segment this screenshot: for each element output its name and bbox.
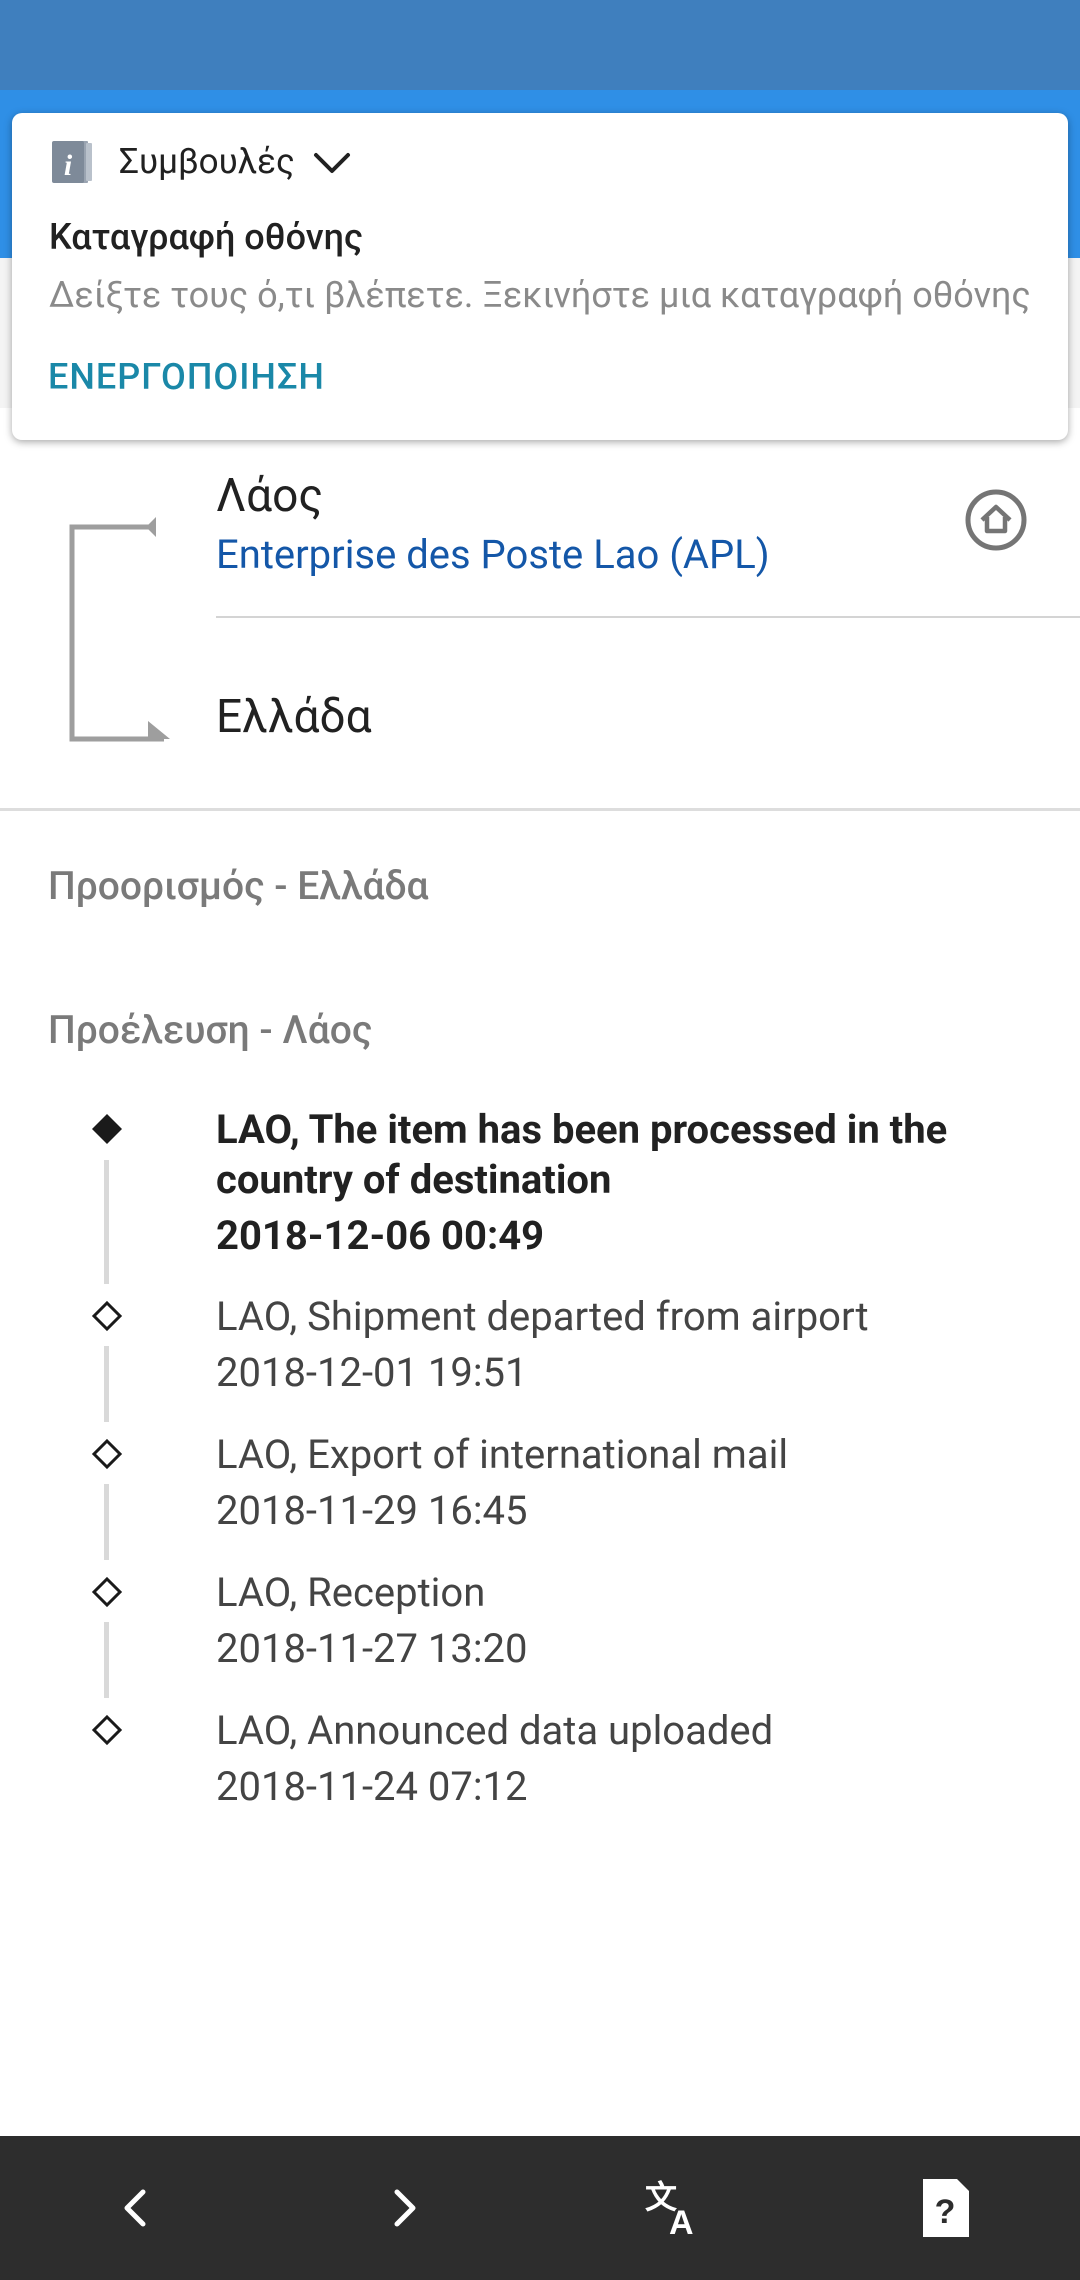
status-bar <box>0 0 1080 90</box>
timeline-event: LAO, Announced data uploaded 2018-11-24 … <box>216 1706 1036 1812</box>
chevron-right-icon <box>394 2189 416 2227</box>
destination-section-label: Προορισμός - Ελλάδα <box>48 863 429 909</box>
home-icon[interactable] <box>963 487 1029 553</box>
event-description-cont: country of destination <box>216 1156 612 1203</box>
event-description: LAO, The item has been processed in the <box>216 1106 948 1153</box>
diamond-outline-icon <box>91 1576 123 1608</box>
tips-description: Δείξτε τους ό,τι βλέπετε. Ξεκινήστε μια … <box>49 274 1031 316</box>
translate-button[interactable]: 文 A <box>615 2136 735 2280</box>
diamond-outline-icon <box>91 1438 123 1470</box>
destination-country: Ελλάδα <box>216 690 372 744</box>
tips-title: Καταγραφή οθόνης <box>49 216 363 258</box>
svg-text:i: i <box>64 149 73 182</box>
tips-card[interactable]: i Συμβουλές Καταγραφή οθόνης Δείξτε τους… <box>12 113 1068 440</box>
origin-carrier-link[interactable]: Enterprise des Poste Lao (APL) <box>216 528 770 582</box>
route-bracket-icon <box>69 517 170 742</box>
event-description: LAO, Reception <box>216 1569 486 1616</box>
timeline-event: LAO, The item has been processed in the … <box>216 1105 1036 1261</box>
timeline-line <box>104 1160 109 1284</box>
diamond-outline-icon <box>91 1714 123 1746</box>
chevron-down-icon[interactable] <box>312 143 352 183</box>
origin-country: Λάος <box>216 469 324 523</box>
event-description: LAO, Shipment departed from airport <box>216 1293 869 1340</box>
back-button[interactable] <box>75 2136 195 2280</box>
diamond-outline-icon <box>91 1300 123 1332</box>
bottom-toolbar: 文 A ? <box>0 2136 1080 2280</box>
origin-section-label: Προέλευση - Λάος <box>48 1007 373 1053</box>
event-date: 2018-11-24 07:12 <box>216 1763 528 1810</box>
svg-text:?: ? <box>935 2193 956 2231</box>
help-icon: ? <box>923 2179 969 2237</box>
timeline-line <box>104 1484 109 1560</box>
timeline-event: LAO, Export of international mail 2018-1… <box>216 1430 1036 1536</box>
event-date: 2018-12-06 00:49 <box>216 1212 545 1259</box>
info-icon: i <box>50 139 94 185</box>
timeline-event: LAO, Reception 2018-11-27 13:20 <box>216 1568 1036 1674</box>
event-description: LAO, Export of international mail <box>216 1431 789 1478</box>
route-divider <box>216 616 1080 618</box>
event-date: 2018-11-27 13:20 <box>216 1625 528 1672</box>
timeline-line <box>104 1346 109 1422</box>
forward-button[interactable] <box>345 2136 465 2280</box>
diamond-filled-icon <box>92 1114 122 1144</box>
tips-header-label[interactable]: Συμβουλές <box>119 139 295 185</box>
timeline-event: LAO, Shipment departed from airport 2018… <box>216 1292 1036 1398</box>
svg-text:A: A <box>669 2204 694 2238</box>
help-button[interactable]: ? <box>885 2136 1005 2280</box>
timeline-line <box>104 1622 109 1698</box>
event-date: 2018-11-29 16:45 <box>216 1487 528 1534</box>
event-description: LAO, Announced data uploaded <box>216 1707 774 1754</box>
section-divider <box>0 808 1080 811</box>
event-date: 2018-12-01 19:51 <box>216 1349 528 1396</box>
chevron-left-icon <box>124 2189 146 2227</box>
enable-button[interactable]: ΕΝΕΡΓΟΠΟΙΗΣΗ <box>48 353 325 401</box>
translate-icon: 文 A <box>645 2179 694 2238</box>
